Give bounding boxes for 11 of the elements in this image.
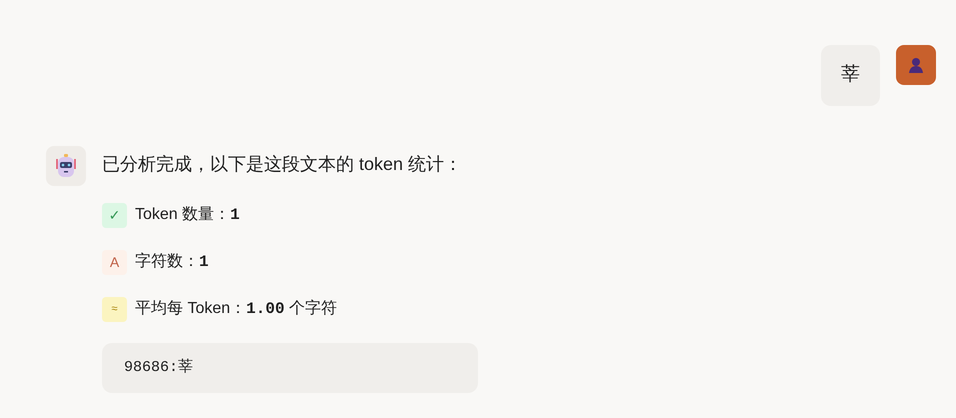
code-block: 98686:莘 (102, 343, 478, 393)
user-avatar (896, 45, 936, 85)
stat-icon: A (102, 250, 127, 274)
assistant-avatar (46, 146, 86, 186)
stat-text: Token 数量：1 (135, 205, 240, 226)
message-text: 已分析完成，以下是这段文本的 token 统计： (102, 153, 464, 176)
stat-icon: ✓ (102, 202, 127, 228)
stat-text: 字符数：1 (135, 252, 209, 273)
user-message: 莘 (821, 45, 880, 106)
stat-text: 平均每 Token：1.00 个字符 (135, 298, 337, 320)
stat-icon: ≈ (102, 296, 127, 322)
